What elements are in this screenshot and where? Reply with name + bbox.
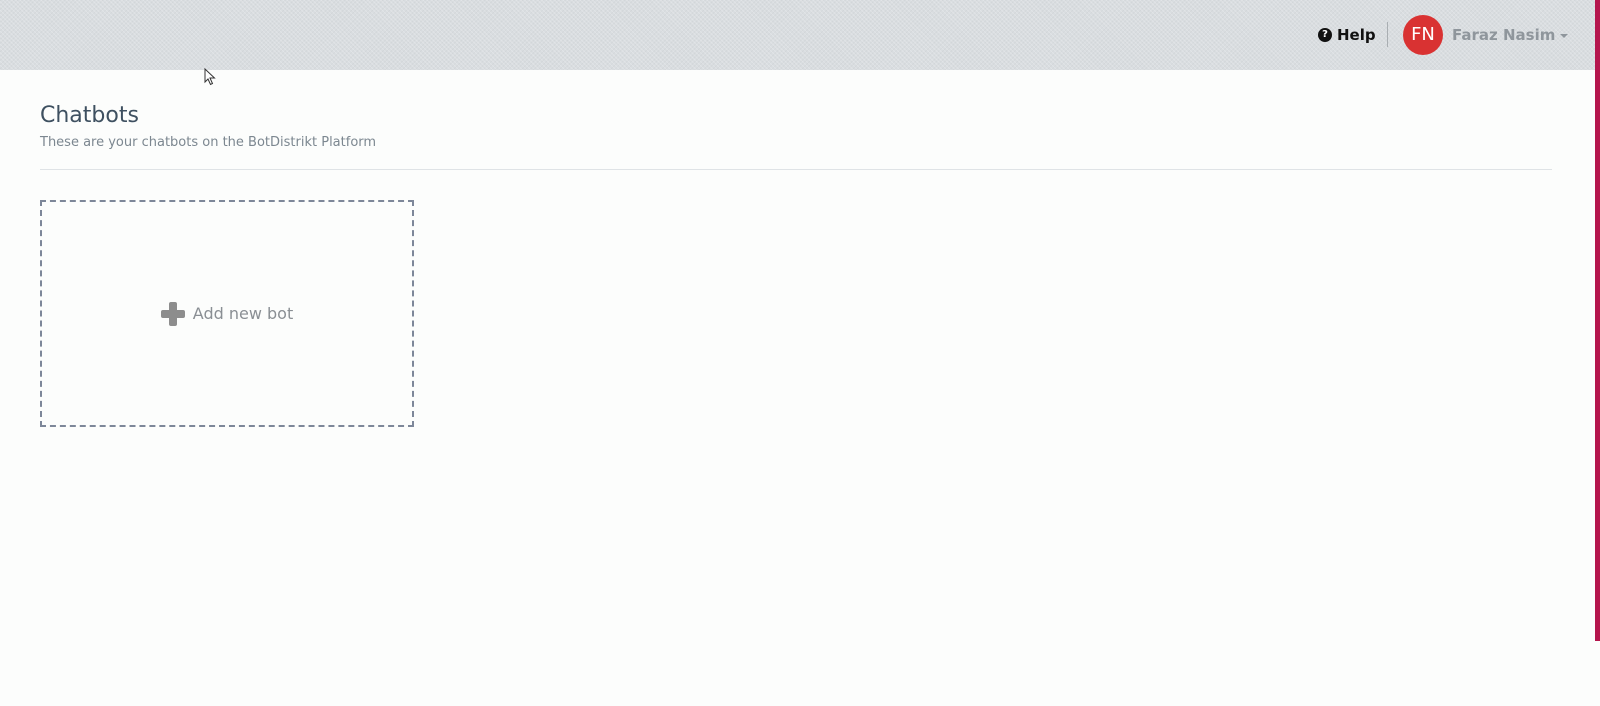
- user-menu[interactable]: FN Faraz Nasim: [1403, 15, 1569, 55]
- navbar-divider: [1387, 22, 1388, 47]
- question-circle-icon: ?: [1318, 28, 1332, 42]
- mouse-cursor-icon: [204, 68, 216, 86]
- header-divider: [40, 169, 1552, 170]
- avatar: FN: [1403, 15, 1443, 55]
- add-new-bot-content: Add new bot: [160, 301, 294, 326]
- help-link[interactable]: ? Help: [1318, 24, 1376, 46]
- accent-bar: [1595, 0, 1600, 641]
- user-name: Faraz Nasim: [1452, 26, 1556, 44]
- help-label: Help: [1337, 26, 1376, 44]
- add-new-bot-card[interactable]: Add new bot: [40, 200, 414, 427]
- page-title: Chatbots: [40, 103, 139, 128]
- page-subtitle: These are your chatbots on the BotDistri…: [40, 135, 377, 150]
- add-new-bot-label: Add new bot: [192, 304, 294, 323]
- chevron-down-icon: [1560, 34, 1569, 38]
- top-navbar: ? Help FN Faraz Nasim: [0, 0, 1595, 70]
- plus-icon: [160, 301, 185, 326]
